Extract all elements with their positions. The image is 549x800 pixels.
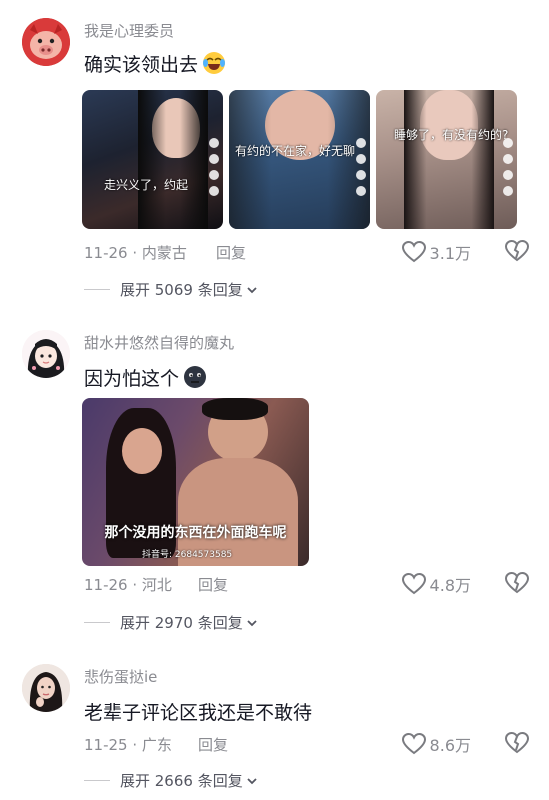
image-gallery: 走兴义了，约起 有约的不在家，好无聊 睡够了，有没有约的? xyxy=(82,90,517,229)
username[interactable]: 甜水井悠然自得的魔丸 xyxy=(84,332,234,353)
user-photo-avatar-icon xyxy=(22,664,70,712)
image-caption: 走兴义了，约起 xyxy=(104,178,189,192)
expand-replies-button[interactable]: 展开 2666 条回复 xyxy=(84,770,258,791)
dislike-button[interactable] xyxy=(504,239,530,266)
comment-image[interactable]: 那个没用的东西在外面跑车呢 抖音号: 2684573585 xyxy=(82,398,309,566)
heart-icon xyxy=(401,573,426,595)
comment-item: 我是心理委员 确实该领出去 走兴义了，约起 有约的不在家，好无聊 睡够了，有没有… xyxy=(0,18,549,318)
video-watermark: 抖音号: 2684573585 xyxy=(142,550,233,560)
like-count: 3.1万 xyxy=(429,244,471,263)
divider-line xyxy=(84,622,110,623)
expand-replies-button[interactable]: 展开 5069 条回复 xyxy=(84,279,258,300)
like-count: 8.6万 xyxy=(429,736,471,755)
comment-text: 确实该领出去 xyxy=(84,50,226,80)
comment-text-body: 确实该领出去 xyxy=(84,54,199,76)
video-side-icons xyxy=(209,138,219,196)
comment-date-location: 11-25 · 广东 xyxy=(84,736,172,754)
reply-button[interactable]: 回复 xyxy=(216,242,246,263)
reply-button[interactable]: 回复 xyxy=(198,734,228,755)
username[interactable]: 我是心理委员 xyxy=(84,20,174,41)
dislike-button[interactable] xyxy=(504,731,530,758)
video-side-icons xyxy=(503,138,513,196)
chevron-down-icon xyxy=(247,286,257,293)
divider-line xyxy=(84,780,110,781)
avatar[interactable] xyxy=(22,330,70,378)
like-count: 4.8万 xyxy=(429,576,471,595)
heart-icon xyxy=(401,241,426,263)
comment-image[interactable]: 走兴义了，约起 xyxy=(82,90,223,229)
comment-item: 悲伤蛋挞ie 老辈子评论区我还是不敢待 11-25 · 广东 回复 8.6万 展… xyxy=(0,664,549,800)
pig-avatar-icon xyxy=(22,18,70,66)
expand-replies-label: 展开 2970 条回复 xyxy=(120,614,243,632)
chevron-down-icon xyxy=(247,777,257,784)
comment-image[interactable]: 有约的不在家，好无聊 xyxy=(229,90,370,229)
comment-date-location: 11-26 · 河北 xyxy=(84,576,172,594)
expand-replies-label: 展开 5069 条回复 xyxy=(120,281,243,299)
heart-icon xyxy=(401,733,426,755)
chevron-down-icon xyxy=(247,619,257,626)
comment-item: 甜水井悠然自得的魔丸 因为怕这个 那个没用的东西在外面跑车呢 抖音号: 2684… xyxy=(0,330,549,640)
broken-heart-icon xyxy=(504,571,530,594)
like-button[interactable]: 4.8万 xyxy=(401,572,471,596)
avatar[interactable] xyxy=(22,18,70,66)
expand-replies-label: 展开 2666 条回复 xyxy=(120,772,243,790)
image-caption: 睡够了，有没有约的? xyxy=(394,128,509,142)
divider-line xyxy=(84,289,110,290)
crying-laughing-emoji-icon xyxy=(202,51,226,80)
video-side-icons xyxy=(356,138,366,196)
comment-text: 因为怕这个 xyxy=(84,364,207,394)
anime-girl-avatar-icon xyxy=(22,330,70,378)
comment-text-body: 因为怕这个 xyxy=(84,368,180,390)
comment-image[interactable]: 睡够了，有没有约的? xyxy=(376,90,517,229)
comment-text: 老辈子评论区我还是不敢待 xyxy=(84,702,313,724)
username[interactable]: 悲伤蛋挞ie xyxy=(84,666,157,687)
broken-heart-icon xyxy=(504,239,530,262)
image-caption: 有约的不在家，好无聊 xyxy=(235,144,356,158)
broken-heart-icon xyxy=(504,731,530,754)
comment-date-location: 11-26 · 内蒙古 xyxy=(84,244,187,262)
like-button[interactable]: 3.1万 xyxy=(401,240,471,264)
like-button[interactable]: 8.6万 xyxy=(401,732,471,756)
dark-face-emoji-icon xyxy=(183,365,207,394)
dislike-button[interactable] xyxy=(504,571,530,598)
avatar[interactable] xyxy=(22,664,70,712)
video-subtitle: 那个没用的东西在外面跑车呢 xyxy=(104,525,287,541)
expand-replies-button[interactable]: 展开 2970 条回复 xyxy=(84,612,258,633)
reply-button[interactable]: 回复 xyxy=(198,574,228,595)
